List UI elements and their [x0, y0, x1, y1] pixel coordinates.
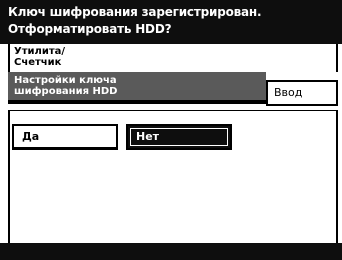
message-line-1: Ключ шифрования зарегистрирован.	[8, 5, 262, 19]
enter-button[interactable]: Ввод	[266, 80, 338, 106]
breadcrumb: Утилита/ Счетчик	[8, 44, 338, 72]
message-line-2: Отформатировать HDD?	[8, 22, 172, 36]
section-title-line-1: Настройки ключа	[14, 75, 117, 86]
breadcrumb-line-2: Счетчик	[14, 57, 62, 68]
panel-right-border	[336, 111, 338, 243]
divider	[8, 110, 338, 111]
breadcrumb-line-1: Утилита/	[14, 46, 66, 57]
no-button[interactable]: Нет	[126, 124, 232, 150]
section-header: Настройки ключа шифрования HDD	[8, 72, 266, 100]
section-underline	[8, 100, 266, 104]
section-title-line-2: шифрования HDD	[14, 86, 118, 97]
message-bar: Ключ шифрования зарегистрирован. Отформа…	[0, 0, 342, 44]
bottom-bar	[0, 243, 342, 260]
yes-button[interactable]: Да	[12, 124, 118, 150]
screen: Ключ шифрования зарегистрирован. Отформа…	[0, 0, 342, 260]
panel-left-border	[8, 111, 10, 243]
